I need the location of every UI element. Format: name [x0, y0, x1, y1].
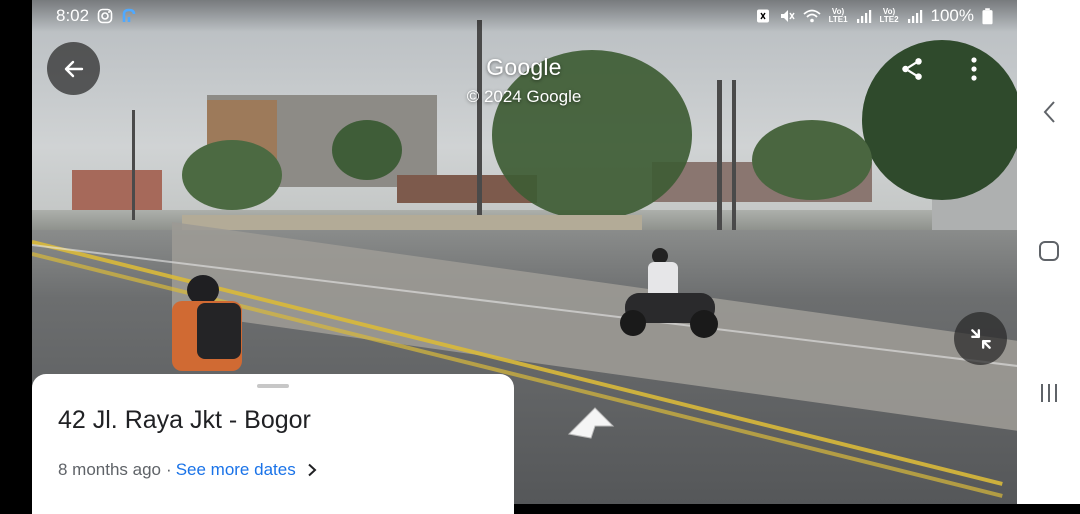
more-vert-icon — [971, 57, 977, 81]
screen: 8:02 Vo) LTE1 Vo) LTE2 100% Google © 202… — [0, 0, 1080, 514]
tree — [332, 120, 402, 180]
google-brand: Google — [486, 54, 562, 80]
mute-icon — [780, 10, 795, 22]
status-bar: 8:02 Vo) LTE1 Vo) LTE2 100% — [32, 0, 1017, 32]
signal-lte2-icon: Vo) LTE2 — [879, 7, 899, 24]
instagram-icon — [97, 8, 113, 24]
signal-bars-icon — [856, 10, 871, 23]
battery-icon — [982, 7, 993, 24]
tree — [862, 40, 1017, 200]
tree — [752, 120, 872, 200]
system-nav-bar — [1017, 0, 1080, 504]
address-title: 42 Jl. Raya Jkt - Bogor — [58, 406, 311, 434]
share-button[interactable] — [893, 52, 931, 86]
tree — [182, 140, 282, 210]
share-icon — [902, 58, 922, 80]
exit-fullscreen-button[interactable] — [954, 312, 1007, 365]
back-button[interactable] — [47, 42, 100, 95]
street-arrow-icon[interactable] — [567, 404, 617, 440]
clock: 8:02 — [56, 6, 90, 25]
separator-dot: · — [166, 460, 172, 479]
battery-percent: 100% — [930, 6, 974, 25]
chevron-right-icon[interactable] — [306, 463, 318, 477]
copyright-text: © 2024 Google — [466, 87, 582, 106]
capture-age: 8 months ago — [58, 460, 162, 479]
see-more-dates-link[interactable]: See more dates — [176, 460, 296, 480]
google-watermark: Google © 2024 Google — [467, 54, 582, 107]
drag-handle[interactable] — [257, 384, 289, 388]
location-card[interactable]: 42 Jl. Raya Jkt - Bogor 8 months ago · S… — [32, 374, 514, 514]
building — [72, 170, 162, 210]
back-nav-icon[interactable] — [1042, 100, 1056, 124]
recents-nav-icon[interactable] — [1038, 382, 1060, 404]
collapse-icon — [970, 328, 991, 349]
signal-bars-icon — [907, 10, 922, 23]
wifi-icon — [802, 9, 821, 23]
back-arrow-icon — [64, 60, 83, 77]
utility-pole — [132, 110, 135, 220]
motorcycle-rider — [620, 248, 720, 348]
nfc-icon — [756, 9, 769, 23]
more-options-button[interactable] — [960, 52, 988, 86]
app-r-icon — [122, 8, 136, 22]
capture-date-row: 8 months ago · See more dates — [58, 460, 488, 480]
motorcycle-rider — [157, 275, 267, 375]
signal-lte1-icon: Vo) LTE1 — [828, 7, 848, 24]
home-nav-icon[interactable] — [1038, 240, 1060, 262]
